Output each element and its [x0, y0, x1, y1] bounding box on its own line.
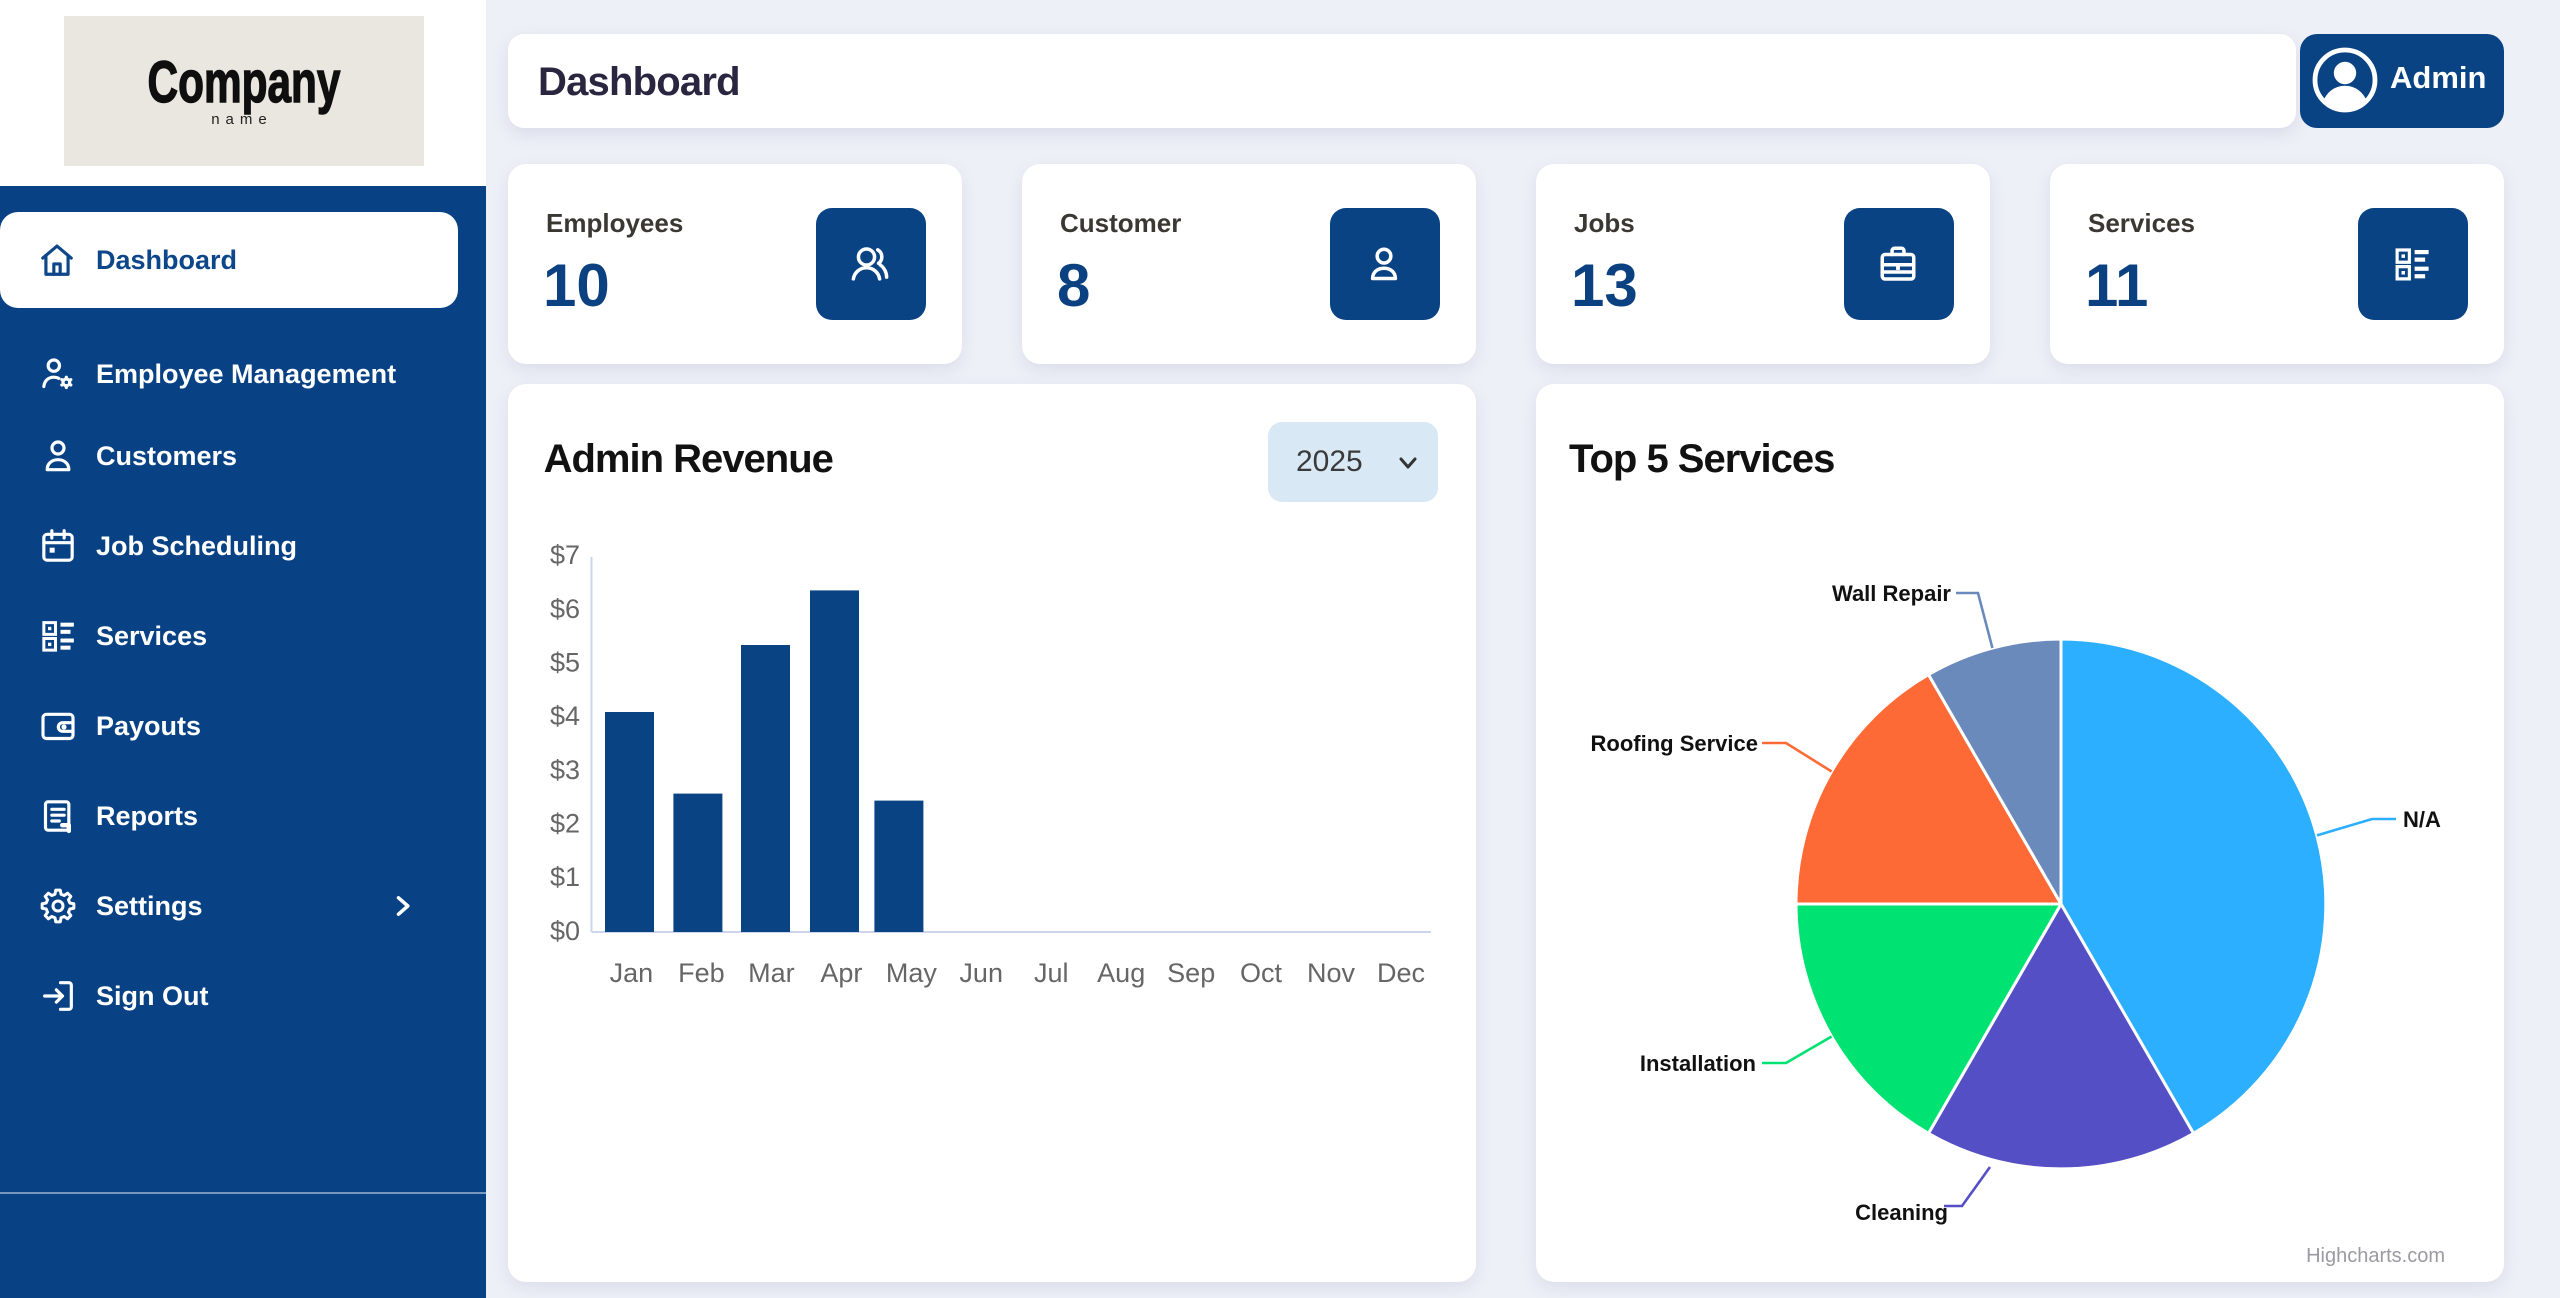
svg-text:Oct: Oct: [1240, 957, 1283, 987]
svg-text:Wall Repair: Wall Repair: [1831, 580, 1950, 605]
svg-text:Highcharts.com: Highcharts.com: [2305, 1244, 2444, 1266]
svg-text:Sep: Sep: [1167, 957, 1215, 987]
svg-text:$3: $3: [550, 754, 580, 784]
svg-text:$5: $5: [550, 646, 580, 676]
svg-text:Jun: Jun: [959, 957, 1003, 987]
svg-text:Apr: Apr: [820, 957, 862, 987]
svg-text:Dec: Dec: [1377, 957, 1425, 987]
svg-text:Nov: Nov: [1307, 957, 1356, 987]
svg-text:Jul: Jul: [1034, 957, 1069, 987]
svg-text:Installation: Installation: [1639, 1050, 1755, 1075]
svg-text:Feb: Feb: [678, 957, 725, 987]
svg-text:$0: $0: [550, 915, 580, 945]
svg-text:May: May: [886, 957, 938, 987]
svg-text:Mar: Mar: [748, 957, 795, 987]
svg-text:$4: $4: [550, 700, 580, 730]
svg-text:N/A: N/A: [2402, 806, 2440, 831]
svg-text:$2: $2: [550, 808, 580, 838]
svg-text:Aug: Aug: [1097, 957, 1145, 987]
svg-text:Roofing Service: Roofing Service: [1590, 730, 1757, 755]
svg-text:$6: $6: [550, 593, 580, 623]
svg-text:Jan: Jan: [610, 957, 654, 987]
svg-text:$1: $1: [550, 861, 580, 891]
svg-text:Cleaning: Cleaning: [1854, 1199, 1947, 1224]
svg-text:$7: $7: [550, 539, 580, 569]
